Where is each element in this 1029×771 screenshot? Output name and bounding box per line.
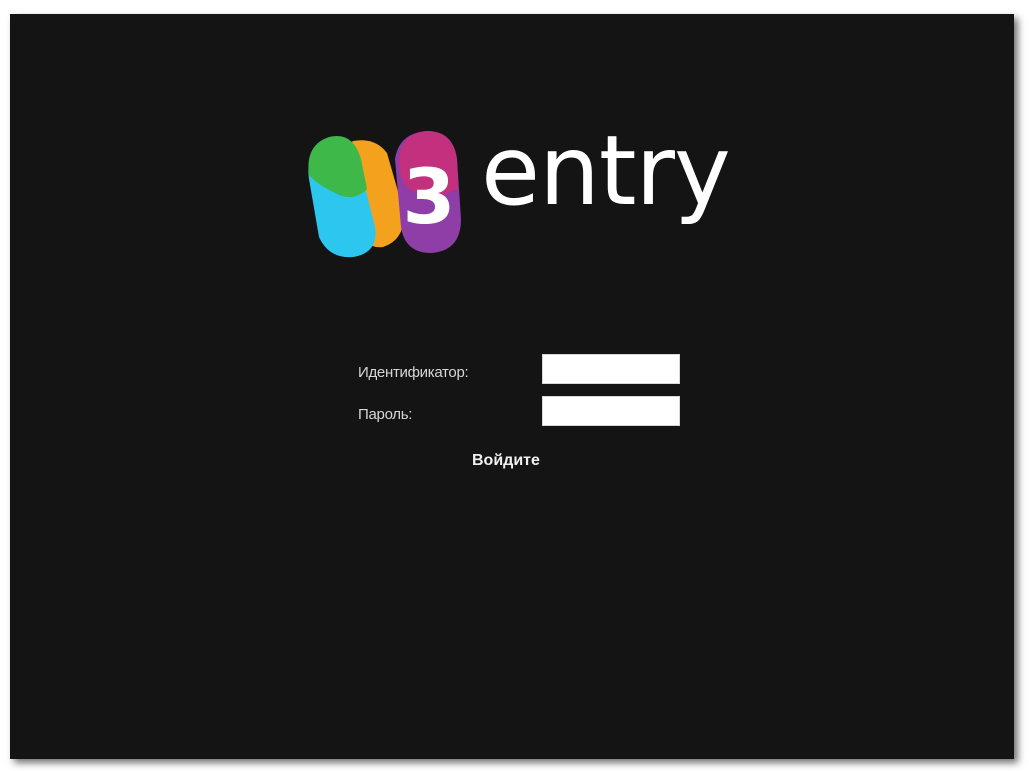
id-input[interactable] [542,354,680,384]
logo-digit: 3 [403,152,456,241]
n3-logo-mark-icon: 3 [308,131,461,258]
login-button[interactable]: Войдите [472,452,540,470]
logo-wordmark: entry [481,115,731,227]
login-form: Идентификатор: Пароль: Войдите [358,354,688,469]
login-screen: 3 entry Идентификатор: Пароль: Войдите [10,14,1014,759]
password-label: Пароль: [358,406,413,423]
id-label: Идентификатор: [358,364,469,381]
n3-entry-logo: 3 entry [295,119,745,259]
password-input[interactable] [542,396,680,426]
password-row: Пароль: [358,396,688,438]
id-row: Идентификатор: [358,354,688,396]
